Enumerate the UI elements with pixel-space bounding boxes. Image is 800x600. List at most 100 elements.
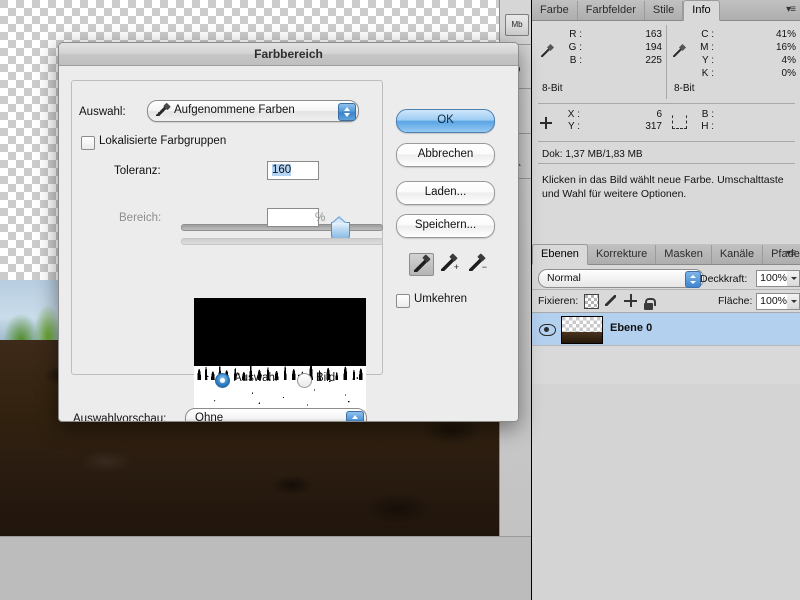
- info-r-value: 163: [645, 29, 662, 40]
- info-divider-2: [538, 141, 795, 142]
- tab-farbfelder[interactable]: Farbfelder: [578, 1, 645, 20]
- tab-masken[interactable]: Masken: [656, 245, 712, 264]
- selection-value: Aufgenommene Farben: [174, 104, 295, 116]
- info-vertical-divider: [666, 25, 667, 99]
- chevron-updown-icon: [338, 102, 356, 121]
- info-b-label: B :: [569, 55, 582, 66]
- eyedropper-icon: [540, 45, 553, 58]
- preview-mode-image-label: Bild: [316, 372, 336, 384]
- lock-label: Fixieren:: [538, 295, 579, 307]
- status-hint-text: Klicken in das Bild wählt neue Farbe. Um…: [542, 174, 784, 200]
- info-k-label: K :: [701, 68, 714, 79]
- lock-position-icon[interactable]: [624, 294, 637, 307]
- localized-color-clusters-label: Lokalisierte Farbgruppen: [99, 135, 227, 147]
- lock-pixels-icon[interactable]: [604, 294, 617, 307]
- eyedropper-icon[interactable]: [409, 253, 434, 276]
- blend-mode-select[interactable]: Normal: [538, 269, 704, 288]
- chevron-updown-icon-2: [346, 410, 364, 421]
- fill-value[interactable]: 100%: [756, 293, 791, 310]
- preview-mode-selection-label: Auswahl: [234, 372, 278, 384]
- panel-menu-icon[interactable]: ▾≡: [786, 4, 796, 15]
- fill-chevron-icon[interactable]: [787, 293, 800, 310]
- preview-mode-image-radio[interactable]: [297, 373, 312, 388]
- load-button[interactable]: Laden...: [396, 181, 495, 205]
- info-g-label: G :: [568, 42, 582, 53]
- info-panel-tabbar[interactable]: Farbe Farbfelder Stile Info ▾≡: [532, 0, 800, 21]
- tolerance-slider-thumb[interactable]: [331, 216, 350, 239]
- layers-list-empty-area: [532, 346, 800, 384]
- range-unit-label: %: [315, 212, 326, 224]
- tab-stile[interactable]: Stile: [645, 1, 684, 20]
- info-b-value: 225: [645, 55, 662, 66]
- tab-info[interactable]: Info: [683, 0, 720, 21]
- chevron-updown-icon: [685, 271, 701, 288]
- color-range-dialog: Farbbereich Auswahl: Aufgenommene Farben…: [58, 42, 519, 422]
- opacity-chevron-icon[interactable]: [787, 270, 800, 287]
- eyedropper-icon: [156, 105, 169, 118]
- preview-mode-selection-radio[interactable]: [215, 373, 230, 388]
- tab-farbe[interactable]: Farbe: [532, 1, 578, 20]
- info-panel-body: R : 163 G : 194 B : 225 8-Bit C : 41% M …: [532, 21, 800, 245]
- tab-kanaele[interactable]: Kanäle: [712, 245, 764, 264]
- eyedropper-icon-2: [672, 45, 685, 58]
- tolerance-input[interactable]: 160: [267, 161, 319, 180]
- info-rgb-depth: 8-Bit: [542, 83, 563, 94]
- document-size-readout: Dok: 1,37 MB/1,83 MB: [542, 149, 643, 160]
- info-k-value: 0%: [781, 68, 796, 79]
- tab-korrekturen[interactable]: Korrekture: [588, 245, 657, 264]
- lock-row: Fixieren: Fläche: 100%: [532, 289, 800, 312]
- layer-thumbnail[interactable]: [561, 316, 603, 344]
- info-x-label: X :: [567, 109, 580, 120]
- info-m-value: 16%: [775, 42, 796, 53]
- info-c-value: 41%: [775, 29, 796, 40]
- tab-ebenen[interactable]: Ebenen: [532, 244, 588, 265]
- localized-color-clusters-checkbox[interactable]: [81, 136, 95, 150]
- info-divider-3: [538, 163, 795, 164]
- crosshair-icon: [540, 116, 553, 129]
- selection-preview-value: Ohne: [195, 412, 224, 422]
- eye-icon[interactable]: [539, 324, 556, 336]
- blend-mode-row: Normal Deckkraft: 100%: [532, 265, 800, 289]
- info-r-label: R :: [569, 29, 582, 40]
- blend-mode-value: Normal: [547, 272, 581, 284]
- info-divider-1: [538, 103, 795, 104]
- panel-column: Farbe Farbfelder Stile Info ▾≡ R : 163 G…: [531, 0, 800, 600]
- panel-menu-icon-layers[interactable]: ▾≡: [786, 248, 796, 259]
- lock-transparency-icon[interactable]: [584, 294, 599, 309]
- minus-mark: −: [481, 262, 487, 272]
- info-x-value: 6: [656, 109, 662, 120]
- selection-select[interactable]: Aufgenommene Farben: [147, 100, 359, 122]
- invert-checkbox[interactable]: [396, 294, 410, 308]
- dialog-body: Auswahl: Aufgenommene Farben Lokalisiert…: [59, 66, 518, 421]
- selection-preview-select[interactable]: Ohne: [185, 408, 367, 422]
- mask-preview-thumbnail[interactable]: [194, 298, 366, 410]
- range-slider-track[interactable]: [181, 238, 383, 245]
- eyedropper-subtract-icon[interactable]: −: [465, 253, 488, 274]
- document-window-bottom: [0, 536, 531, 600]
- cancel-button[interactable]: Abbrechen: [396, 143, 495, 167]
- layers-panel-tabbar[interactable]: Ebenen Korrekture Masken Kanäle Pfade ▾≡: [532, 244, 800, 265]
- plus-mark: +: [453, 262, 459, 272]
- info-y-coord-value: 317: [645, 121, 662, 132]
- range-label: Bereich:: [119, 212, 162, 224]
- layer-name[interactable]: Ebene 0: [610, 322, 652, 334]
- dialog-titlebar[interactable]: Farbbereich: [59, 43, 518, 66]
- lock-all-icon[interactable]: [644, 294, 657, 310]
- eyedropper-add-icon[interactable]: +: [437, 253, 460, 274]
- table-row[interactable]: Ebene 0: [532, 312, 800, 346]
- opacity-value[interactable]: 100%: [756, 270, 791, 287]
- info-cmyk-depth: 8-Bit: [674, 83, 695, 94]
- info-y-label: Y :: [701, 55, 714, 66]
- info-height-label: H :: [701, 121, 714, 132]
- mini-bridge-icon[interactable]: Mb: [505, 14, 529, 36]
- info-c-label: C :: [701, 29, 714, 40]
- ok-button[interactable]: OK: [396, 109, 495, 133]
- selection-label: Auswahl:: [75, 106, 130, 118]
- info-panel: Farbe Farbfelder Stile Info ▾≡ R : 163 G…: [532, 0, 800, 244]
- tolerance-value: 160: [272, 164, 292, 176]
- info-g-value: 194: [645, 42, 662, 53]
- save-button[interactable]: Speichern...: [396, 214, 495, 238]
- opacity-label: Deckkraft:: [700, 273, 748, 285]
- range-input[interactable]: [267, 208, 319, 227]
- invert-label: Umkehren: [414, 293, 468, 305]
